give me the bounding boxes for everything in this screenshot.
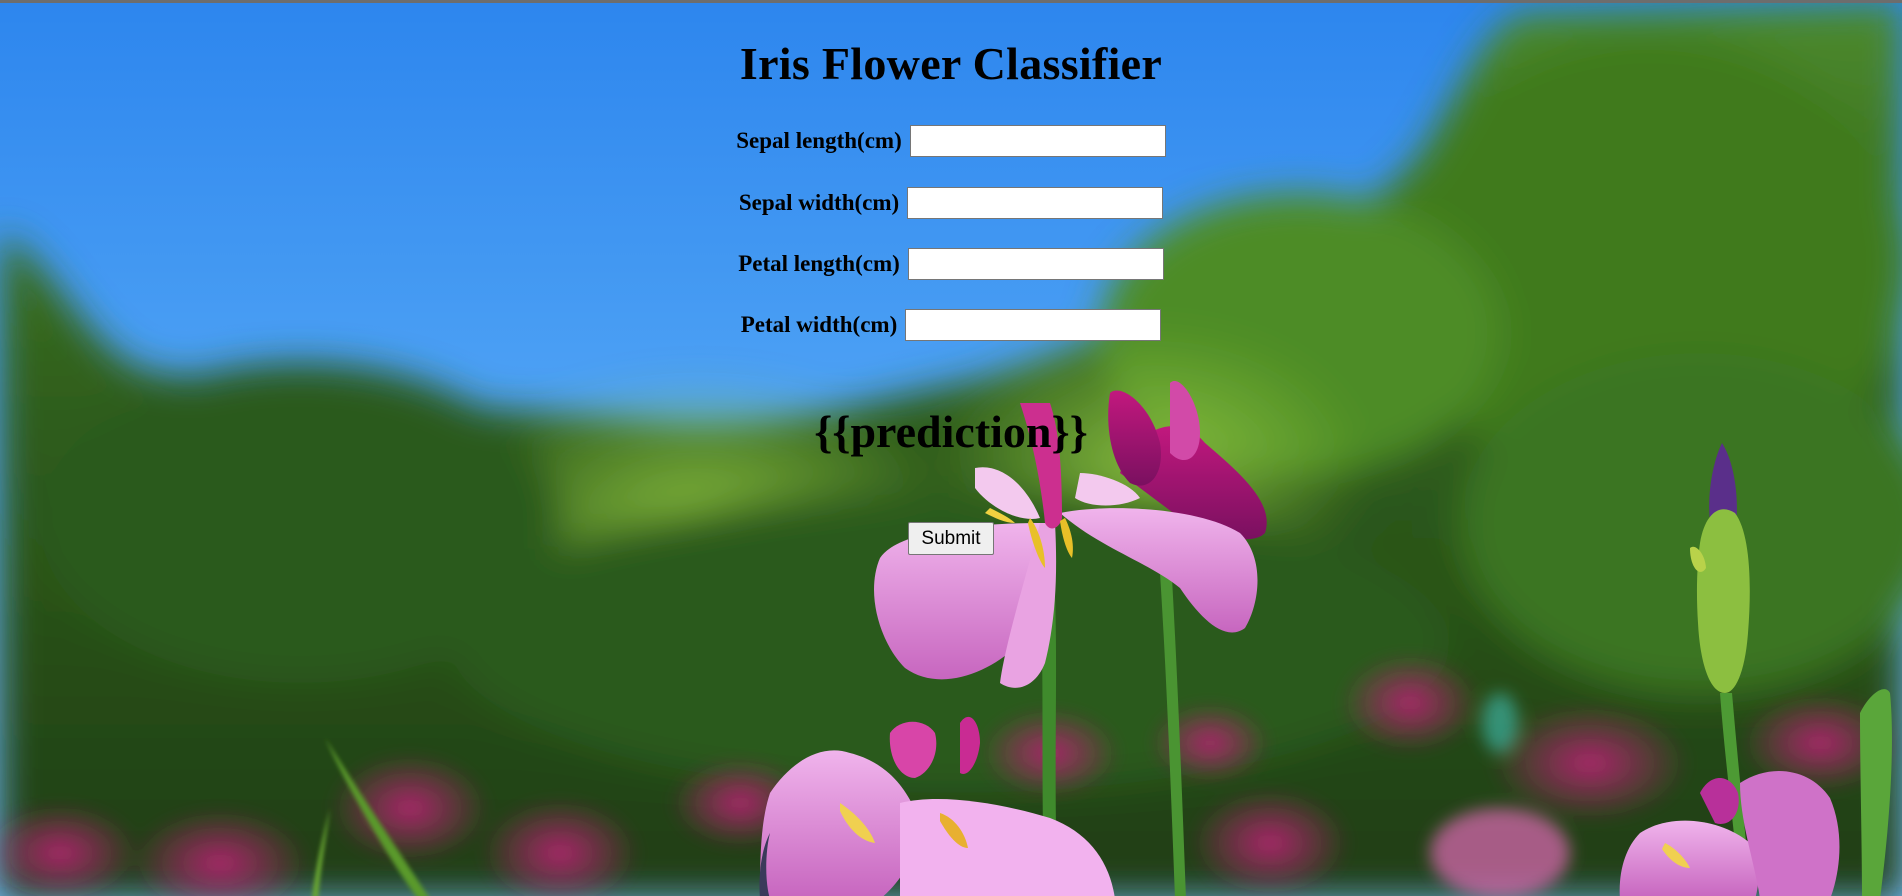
- petal-width-row: Petal width(cm): [0, 308, 1902, 342]
- petal-length-label: Petal length(cm): [738, 251, 900, 276]
- prediction-text: {{prediction}}: [814, 406, 1088, 457]
- petal-length-input[interactable]: [907, 248, 1164, 280]
- sepal-width-label: Sepal width(cm): [738, 190, 900, 215]
- sepal-width-input[interactable]: [907, 187, 1164, 219]
- page-title: Iris Flower Classifier: [739, 38, 1163, 89]
- submit-button[interactable]: Submit: [908, 522, 994, 555]
- petal-width-label: Petal width(cm): [740, 312, 898, 337]
- petal-width-input[interactable]: [905, 309, 1162, 341]
- sepal-length-label: Sepal length(cm): [736, 128, 902, 153]
- classifier-form: Iris Flower Classifier Sepal length(cm) …: [0, 0, 1902, 896]
- sepal-length-row: Sepal length(cm): [0, 124, 1902, 158]
- sepal-width-row: Sepal width(cm): [0, 186, 1902, 220]
- petal-length-row: Petal length(cm): [0, 247, 1902, 281]
- sepal-length-input[interactable]: [909, 125, 1166, 157]
- submit-container: Submit: [0, 522, 1902, 555]
